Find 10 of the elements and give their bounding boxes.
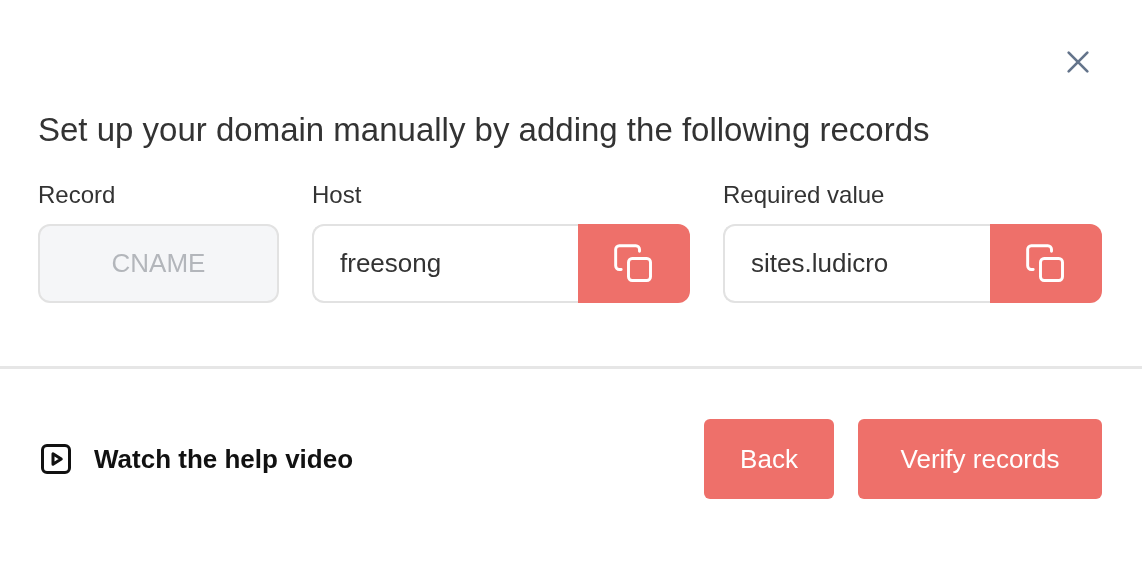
play-icon <box>38 441 74 477</box>
input-field[interactable]: freesong <box>312 224 578 303</box>
dialog-title: Set up your domain manually by adding the following records <box>38 110 931 150</box>
field-label: Record <box>38 180 117 210</box>
help-video-link[interactable]: Watch the help video <box>38 439 354 479</box>
field-label: Host <box>312 180 363 210</box>
copy-button[interactable] <box>578 224 690 303</box>
input-field[interactable]: sites.ludicro <box>723 224 990 303</box>
field-label: Required value <box>723 180 886 210</box>
copy-button[interactable] <box>990 224 1102 303</box>
